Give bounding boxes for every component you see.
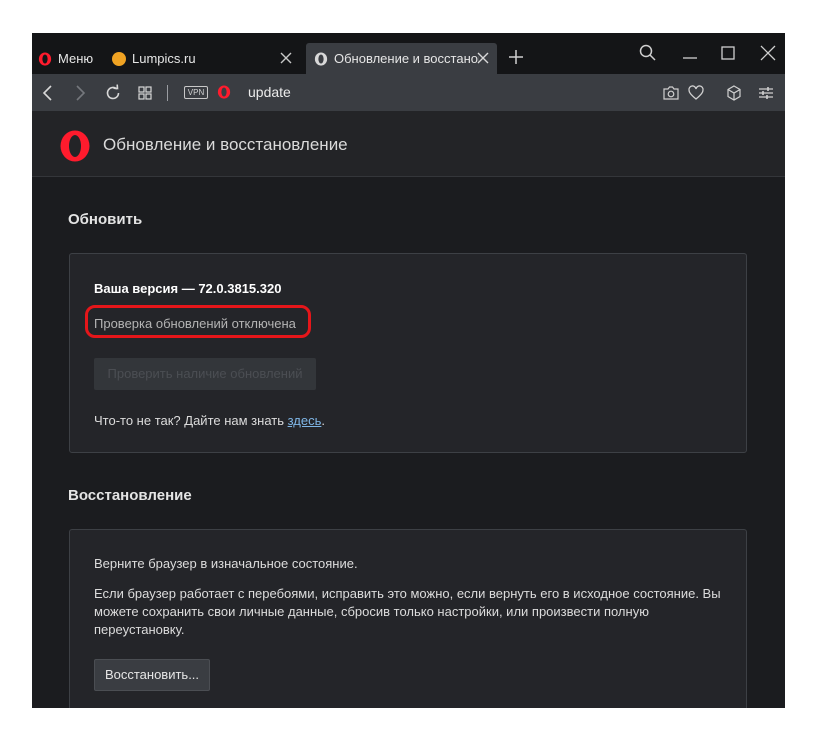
search-icon[interactable]	[638, 43, 658, 63]
menu-sliders-icon[interactable]	[756, 83, 776, 103]
cube-icon[interactable]	[724, 83, 744, 103]
maximize-icon[interactable]	[718, 43, 738, 63]
feedback-link[interactable]: здесь	[288, 413, 322, 428]
page-header: Обновление и восстановление	[32, 111, 785, 177]
plus-icon[interactable]	[508, 49, 524, 65]
tab-bar: Меню Lumpics.ru Обновление и восстановле…	[32, 33, 785, 74]
tab-label: Lumpics.ru	[132, 51, 196, 66]
toolbar-separator	[167, 85, 168, 101]
heart-icon[interactable]	[686, 83, 706, 103]
page-title: Обновление и восстановление	[103, 135, 348, 154]
recovery-description: Если браузер работает с перебоями, испра…	[94, 586, 721, 637]
minimize-icon[interactable]	[680, 43, 700, 63]
address-bar: VPN update	[32, 74, 785, 111]
browser-window: Меню Lumpics.ru Обновление и восстановле…	[32, 33, 785, 708]
opera-icon	[217, 85, 231, 99]
lumpics-icon	[112, 51, 126, 66]
opera-icon	[314, 51, 328, 66]
opera-logo-icon	[60, 130, 90, 162]
vpn-badge[interactable]: VPN	[184, 86, 208, 99]
check-updates-button[interactable]: Проверить наличие обновлений	[94, 358, 316, 390]
window-close-icon[interactable]	[758, 43, 778, 63]
close-icon[interactable]	[278, 50, 294, 66]
url-field[interactable]: update	[248, 84, 291, 100]
version-label: Ваша версия — 72.0.3815.320	[94, 281, 282, 296]
opera-icon	[38, 51, 52, 66]
recovery-intro: Верните браузер в изначальное состояние.	[94, 556, 358, 571]
close-icon[interactable]	[475, 50, 491, 66]
back-icon[interactable]	[38, 83, 58, 103]
feedback-suffix: .	[321, 413, 325, 428]
tab-update[interactable]: Обновление и восстановление	[306, 43, 497, 74]
camera-icon[interactable]	[661, 83, 681, 103]
feedback-line: Что-то не так? Дайте нам знать здесь.	[94, 413, 325, 428]
highlight-annotation	[85, 305, 311, 338]
update-section-title: Обновить	[68, 211, 143, 228]
tabs-grid-icon[interactable]	[135, 83, 155, 103]
opera-menu-button[interactable]: Меню	[38, 43, 108, 74]
feedback-text: Что-то не так? Дайте нам знать	[94, 413, 288, 428]
recovery-panel: Верните браузер в изначальное состояние.…	[69, 529, 747, 708]
tab-label: Обновление и восстановление	[334, 51, 479, 66]
restore-button[interactable]: Восстановить...	[94, 659, 210, 691]
reload-icon[interactable]	[103, 83, 123, 103]
update-panel: Ваша версия — 72.0.3815.320 Проверка обн…	[69, 253, 747, 453]
recovery-section-title: Восстановление	[68, 487, 192, 504]
menu-label: Меню	[58, 51, 94, 66]
forward-icon[interactable]	[70, 83, 90, 103]
tab-lumpics[interactable]: Lumpics.ru	[112, 43, 300, 74]
scrollbar[interactable]	[779, 176, 785, 708]
